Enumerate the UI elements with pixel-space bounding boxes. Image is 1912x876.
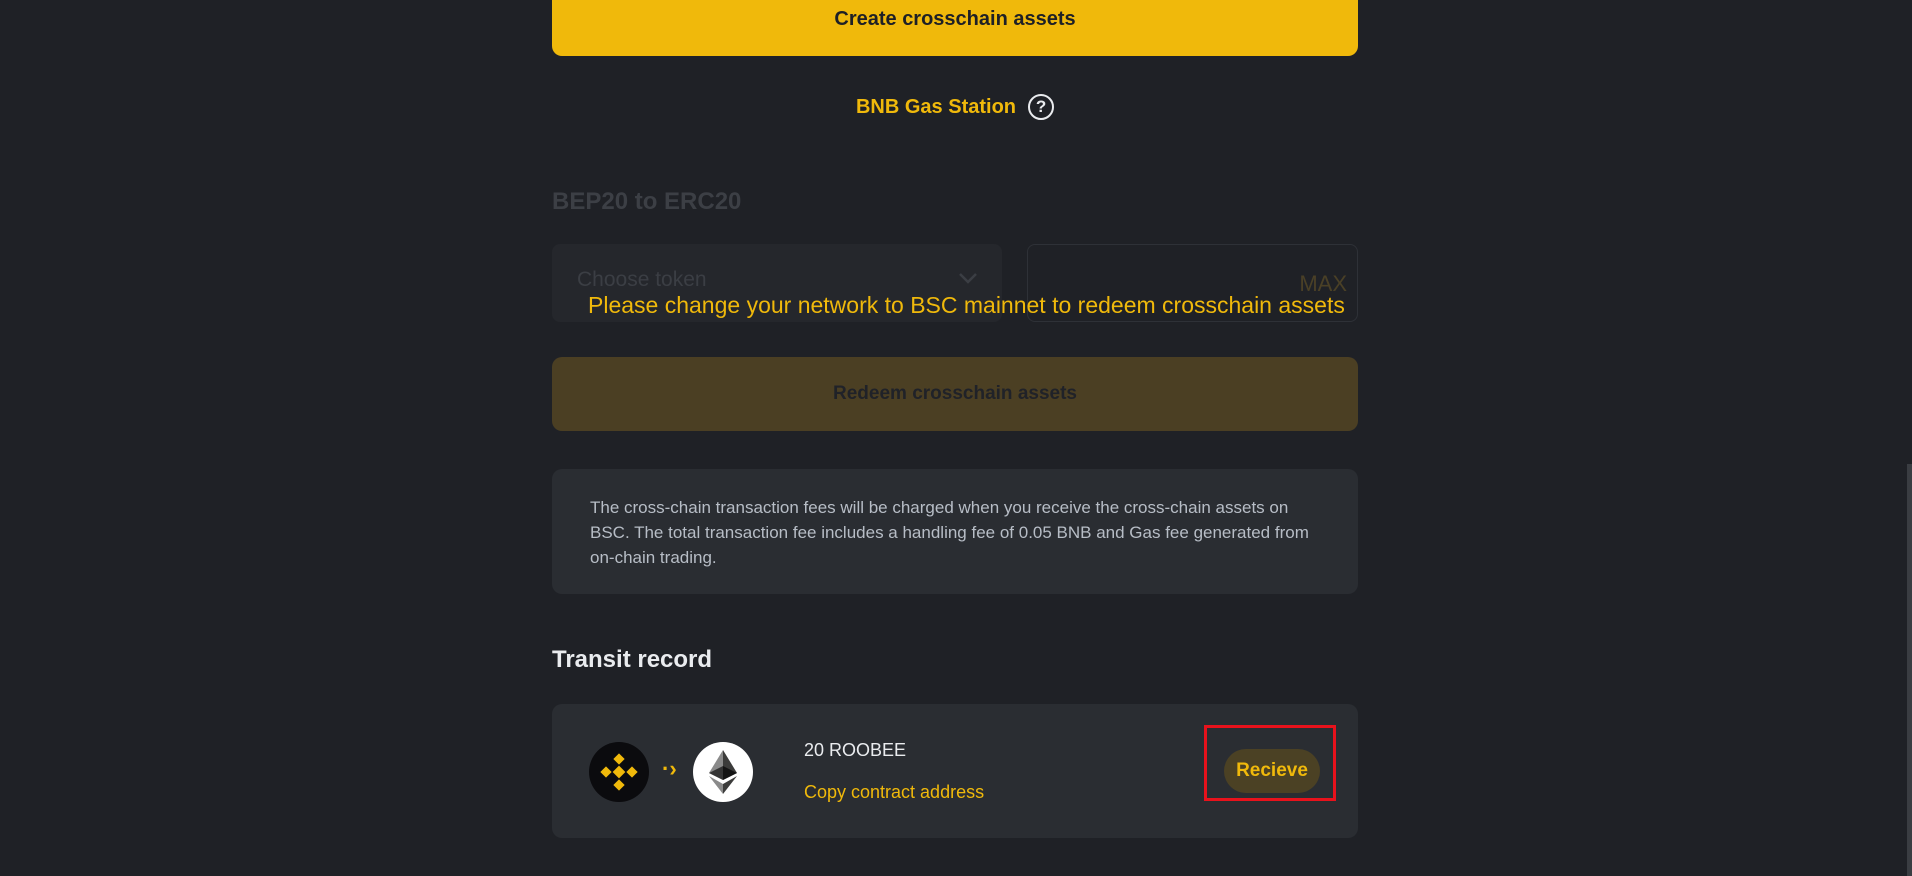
gas-station-row: BNB Gas Station ? [552, 94, 1358, 120]
transit-record-item: ·› 20 ROOBEE Copy contract address Recie… [552, 704, 1358, 838]
network-warning: Please change your network to BSC mainne… [588, 292, 1345, 318]
chevron-down-icon [959, 273, 977, 284]
arrow-right-icon: ·› [662, 756, 677, 781]
fee-notice-text: The cross-chain transaction fees will be… [590, 498, 1309, 567]
redeem-direction-title: BEP20 to ERC20 [552, 188, 742, 215]
bnb-gas-station-link[interactable]: BNB Gas Station [856, 96, 1016, 119]
receive-button[interactable]: Recieve [1224, 749, 1320, 793]
fee-notice: The cross-chain transaction fees will be… [552, 469, 1358, 594]
bnb-chain-icon [589, 742, 649, 802]
help-icon[interactable]: ? [1028, 94, 1055, 120]
copy-contract-address-link[interactable]: Copy contract address [804, 782, 984, 803]
transit-record-title: Transit record [552, 646, 713, 673]
ethereum-icon [693, 742, 753, 802]
bridge-page: Create crosschain assets BNB Gas Station… [0, 0, 1912, 876]
create-crosschain-assets-button[interactable]: Create crosschain assets [552, 0, 1358, 56]
redeem-crosschain-assets-button[interactable]: Redeem crosschain assets [552, 357, 1358, 431]
token-select-placeholder: Choose token [577, 268, 707, 291]
scrollbar-thumb[interactable] [1907, 464, 1912, 876]
transfer-amount: 20 ROOBEE [804, 740, 907, 760]
